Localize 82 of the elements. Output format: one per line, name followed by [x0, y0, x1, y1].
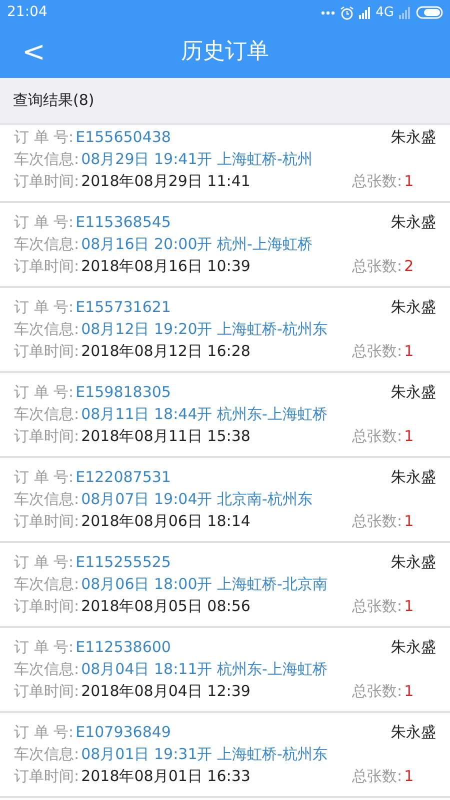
- train-info-label: 车次信息:: [14, 234, 80, 255]
- order-time-label: 订单时间:: [14, 256, 80, 277]
- order-number: E155731621: [76, 297, 171, 318]
- order-number-label: 订 单 号:: [14, 297, 74, 318]
- passenger-name: 朱永盛: [391, 552, 436, 573]
- order-time: 2018年08月05日 08:56: [81, 596, 250, 617]
- order-time-label: 订单时间:: [14, 341, 80, 362]
- order-time: 2018年08月11日 15:38: [81, 426, 250, 447]
- order-number: E107936849: [76, 722, 171, 743]
- train-info: 08月16日 20:00开 杭州-上海虹桥: [81, 234, 312, 255]
- train-info: 08月12日 19:20开 上海虹桥-杭州东: [81, 319, 328, 340]
- train-info-label: 车次信息:: [14, 744, 80, 765]
- order-number: E122087531: [76, 467, 171, 488]
- train-info: 08月06日 18:00开 上海虹桥-北京南: [81, 574, 328, 595]
- train-info-label: 车次信息:: [14, 489, 80, 510]
- order-number-label: 订 单 号:: [14, 722, 74, 743]
- order-number-label: 订 单 号:: [14, 382, 74, 403]
- order-number-label: 订 单 号:: [14, 127, 74, 148]
- order-number-label: 订 单 号:: [14, 637, 74, 658]
- order-time: 2018年08月16日 10:39: [81, 256, 250, 277]
- train-info: 08月29日 19:41开 上海虹桥-杭州: [81, 149, 312, 170]
- order-time: 2018年08月12日 16:28: [81, 341, 250, 362]
- alarm-icon: [340, 6, 354, 20]
- passenger-name: 朱永盛: [391, 127, 436, 148]
- ticket-count: 1: [404, 681, 414, 702]
- more-dots-icon: [320, 10, 335, 14]
- ticket-count-label: 总张数:: [352, 511, 402, 532]
- passenger-name: 朱永盛: [391, 637, 436, 658]
- order-number-label: 订 单 号:: [14, 467, 74, 488]
- ticket-count-label: 总张数:: [352, 171, 402, 192]
- train-info-label: 车次信息:: [14, 659, 80, 680]
- order-number: E155650438: [76, 127, 171, 148]
- ticket-count-label: 总张数:: [352, 596, 402, 617]
- order-time-label: 订单时间:: [14, 681, 80, 702]
- back-button[interactable]: <: [18, 38, 50, 66]
- results-count: 查询结果(8): [13, 90, 94, 112]
- ticket-count-label: 总张数:: [352, 426, 402, 447]
- train-info-label: 车次信息:: [14, 574, 80, 595]
- order-number: E115368545: [76, 212, 171, 233]
- train-info-label: 车次信息:: [14, 404, 80, 425]
- ticket-count: 1: [404, 171, 414, 192]
- train-info: 08月04日 18:11开 杭州东-上海虹桥: [81, 659, 328, 680]
- ticket-count: 1: [404, 341, 414, 362]
- network-type: 4G: [376, 4, 394, 22]
- order-time-label: 订单时间:: [14, 766, 80, 787]
- train-info: 08月11日 18:44开 杭州东-上海虹桥: [81, 404, 328, 425]
- order-time: 2018年08月29日 11:41: [81, 171, 250, 192]
- signal-icon: [358, 6, 371, 18]
- ticket-count-label: 总张数:: [352, 766, 402, 787]
- train-info: 08月01日 19:31开 上海虹桥-杭州东: [81, 744, 328, 765]
- order-time-label: 订单时间:: [14, 171, 80, 192]
- order-time: 2018年08月06日 18:14: [81, 511, 250, 532]
- passenger-name: 朱永盛: [391, 467, 436, 488]
- passenger-name: 朱永盛: [391, 212, 436, 233]
- ticket-count-label: 总张数:: [352, 256, 402, 277]
- no-signal-icon: [399, 6, 411, 18]
- ticket-count-label: 总张数:: [352, 341, 402, 362]
- ticket-count: 1: [404, 766, 414, 787]
- ticket-count: 1: [404, 596, 414, 617]
- order-time-label: 订单时间:: [14, 511, 80, 532]
- order-number: E115255525: [76, 552, 171, 573]
- order-time: 2018年08月04日 12:39: [81, 681, 250, 702]
- ticket-count: 1: [404, 511, 414, 532]
- order-time-label: 订单时间:: [14, 596, 80, 617]
- status-time: 21:04: [7, 3, 48, 22]
- order-number: E112538600: [76, 637, 171, 658]
- battery-icon: [416, 6, 443, 19]
- ticket-count-label: 总张数:: [352, 681, 402, 702]
- ticket-count: 1: [404, 426, 414, 447]
- ticket-count: 2: [404, 256, 414, 277]
- order-number-label: 订 单 号:: [14, 212, 74, 233]
- order-time-label: 订单时间:: [14, 426, 80, 447]
- passenger-name: 朱永盛: [391, 722, 436, 743]
- order-number: E159818305: [76, 382, 171, 403]
- passenger-name: 朱永盛: [391, 297, 436, 318]
- passenger-name: 朱永盛: [391, 382, 436, 403]
- order-time: 2018年08月01日 16:33: [81, 766, 250, 787]
- page-title: 历史订单: [181, 38, 269, 66]
- train-info-label: 车次信息:: [14, 149, 80, 170]
- train-info-label: 车次信息:: [14, 319, 80, 340]
- order-number-label: 订 单 号:: [14, 552, 74, 573]
- train-info: 08月07日 19:04开 北京南-杭州东: [81, 489, 312, 510]
